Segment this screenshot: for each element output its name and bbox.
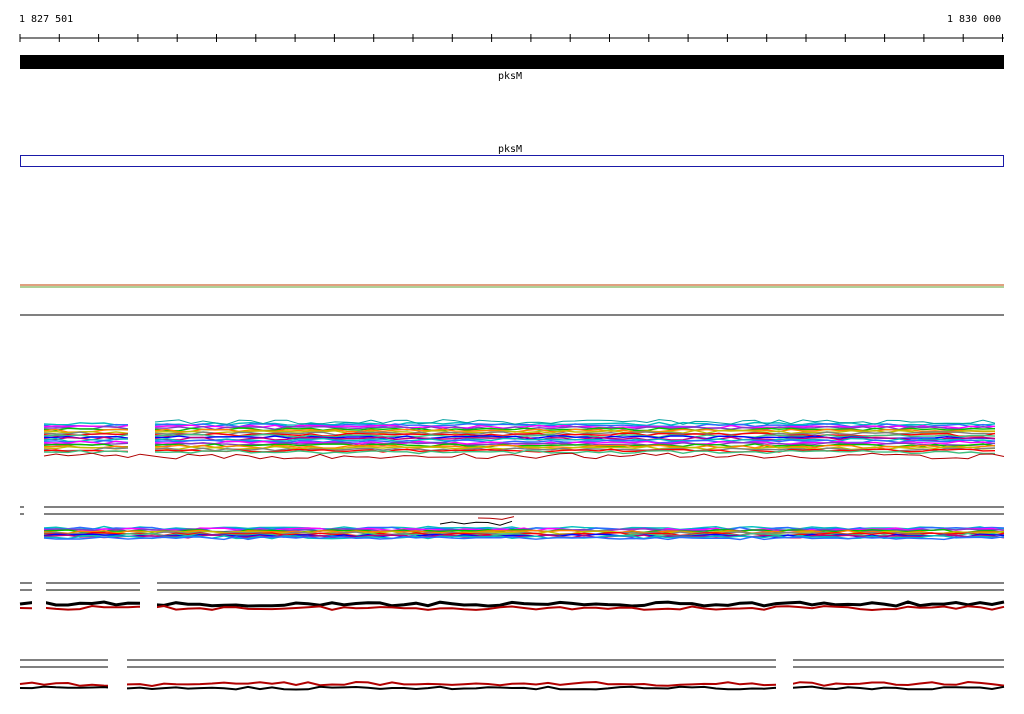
coverage-line-black xyxy=(19,685,1005,691)
coverage-peak xyxy=(439,520,513,526)
coverage-line-red xyxy=(43,452,1005,460)
track-gap xyxy=(32,580,46,614)
coverage-line-black xyxy=(19,600,1005,608)
alignment-tracks xyxy=(19,284,1005,696)
track-gap xyxy=(140,580,157,614)
coverage-line-red xyxy=(19,680,1005,688)
coverage-peak-red xyxy=(477,516,515,520)
track-gap xyxy=(108,656,127,696)
track-gap xyxy=(776,656,793,696)
coverage-line-red xyxy=(19,604,1005,612)
